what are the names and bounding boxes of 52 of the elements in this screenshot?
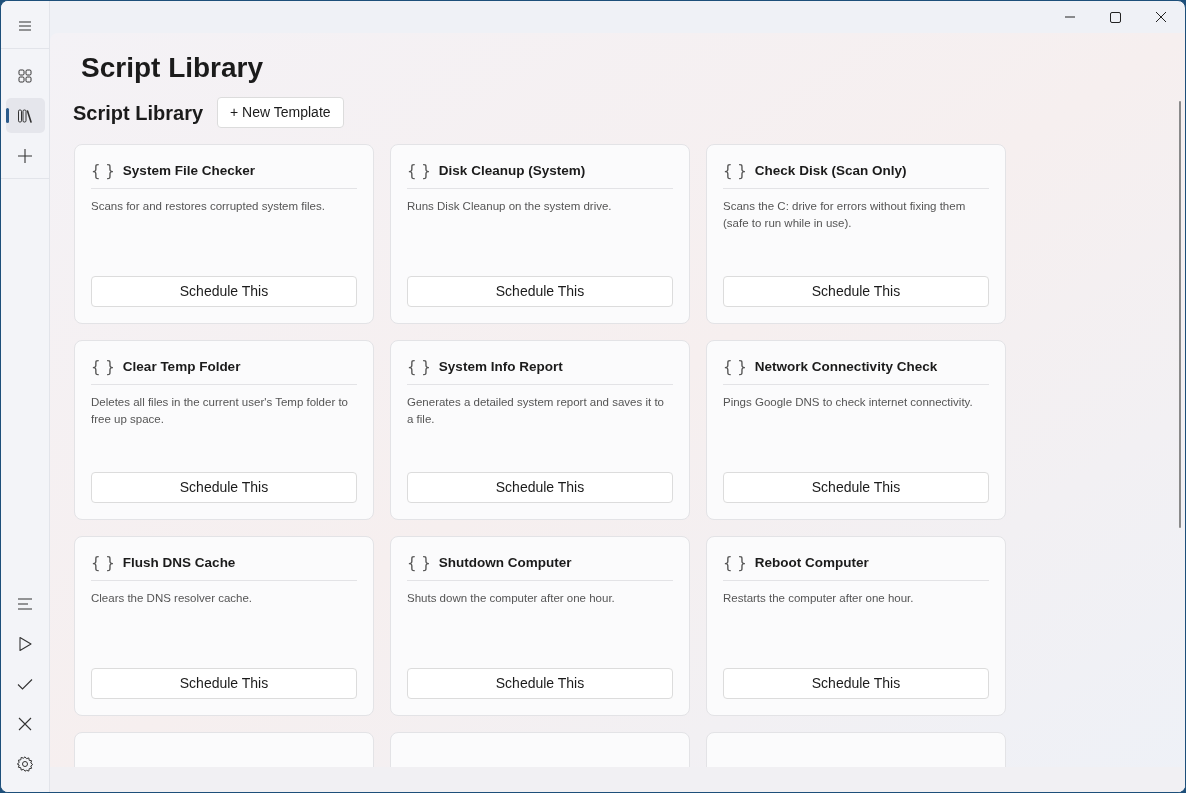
selection-indicator bbox=[5, 108, 9, 123]
card-title: System File Checker bbox=[122, 162, 255, 180]
card-title: Check Disk (Scan Only) bbox=[754, 162, 907, 180]
schedule-button[interactable]: Schedule This bbox=[407, 668, 673, 699]
card-description: Deletes all files in the current user's Temp folder to free up space. bbox=[91, 395, 350, 427]
section-title: Script Library bbox=[73, 100, 204, 126]
card-description: Restarts the computer after one hour. bbox=[723, 591, 915, 606]
card-description: Pings Google DNS to check internet connectivity. bbox=[723, 395, 974, 410]
card-description: Scans the C: drive for errors without fixing them (safe to run while in use). bbox=[723, 199, 967, 231]
settings-icon bbox=[16, 755, 34, 773]
braces-icon: { } bbox=[407, 161, 431, 181]
braces-icon: { } bbox=[723, 553, 747, 573]
card-title: System Info Report bbox=[438, 358, 563, 376]
card-description: Scans for and restores corrupted system files. bbox=[91, 199, 326, 214]
schedule-button[interactable]: Schedule This bbox=[407, 472, 673, 503]
schedule-button[interactable]: Schedule This bbox=[91, 472, 357, 503]
new-template-button[interactable]: + New Template bbox=[217, 97, 344, 128]
braces-icon: { } bbox=[91, 357, 115, 377]
card-title: Clear Temp Folder bbox=[122, 358, 241, 376]
braces-icon: { } bbox=[91, 161, 115, 181]
braces-icon: { } bbox=[407, 553, 431, 573]
card-title: Flush DNS Cache bbox=[122, 554, 236, 572]
card-title: Network Connectivity Check bbox=[754, 358, 938, 376]
schedule-button[interactable]: Schedule This bbox=[723, 276, 989, 307]
card-title: Disk Cleanup (System) bbox=[438, 162, 586, 180]
card-description: Generates a detailed system report and saves it to a file. bbox=[407, 395, 665, 427]
card-description: Shuts down the computer after one hour. bbox=[407, 591, 616, 606]
page-title: Script Library bbox=[81, 51, 264, 85]
list-icon bbox=[16, 595, 34, 613]
close-icon[interactable] bbox=[1155, 11, 1167, 23]
close-icon bbox=[16, 715, 34, 733]
add-icon bbox=[16, 146, 34, 165]
maximize-icon[interactable] bbox=[1110, 11, 1121, 23]
card-title: Reboot Computer bbox=[754, 554, 869, 572]
schedule-button[interactable]: Schedule This bbox=[723, 472, 989, 503]
play-icon bbox=[16, 635, 34, 653]
card-description: Clears the DNS resolver cache. bbox=[91, 591, 254, 606]
card-description: Runs Disk Cleanup on the system drive. bbox=[407, 199, 613, 214]
braces-icon: { } bbox=[723, 357, 747, 377]
braces-icon: { } bbox=[723, 161, 747, 181]
schedule-button[interactable]: Schedule This bbox=[91, 668, 357, 699]
library-icon bbox=[16, 106, 34, 125]
schedule-button[interactable]: Schedule This bbox=[91, 276, 357, 307]
grid-icon bbox=[16, 66, 34, 85]
braces-icon: { } bbox=[407, 357, 431, 377]
scrollbar[interactable] bbox=[1179, 101, 1181, 528]
card-title: Shutdown Computer bbox=[438, 554, 572, 572]
braces-icon: { } bbox=[91, 553, 115, 573]
library-nav-button[interactable] bbox=[5, 98, 45, 133]
minimize-icon[interactable] bbox=[1064, 16, 1076, 18]
schedule-button[interactable]: Schedule This bbox=[407, 276, 673, 307]
schedule-button[interactable]: Schedule This bbox=[723, 668, 989, 699]
